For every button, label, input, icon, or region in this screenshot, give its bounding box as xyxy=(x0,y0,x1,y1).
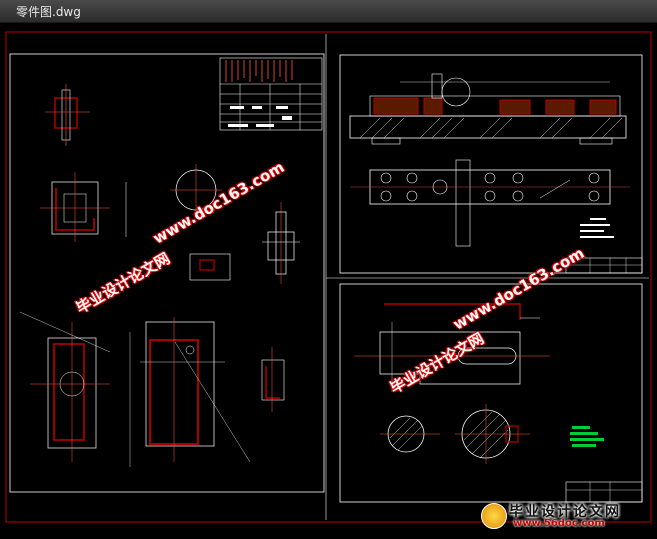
part-view-clamp xyxy=(262,347,284,412)
section-views xyxy=(380,404,530,464)
window-title: 零件图.dwg xyxy=(16,3,81,20)
part-view-small xyxy=(45,84,90,146)
window-titlebar: 零件图.dwg xyxy=(0,0,657,23)
part-view-box xyxy=(140,317,250,462)
title-block-bottom xyxy=(566,482,642,502)
parts-list-table xyxy=(220,58,322,130)
medal-icon xyxy=(481,503,507,529)
part-view-housing xyxy=(20,312,130,467)
assembly-section-view xyxy=(350,74,626,144)
logo-url: www.56doc.com xyxy=(513,518,605,529)
drawing-canvas[interactable]: www.doc163.com 毕业设计论文网 www.doc163.com 毕业… xyxy=(0,22,657,535)
left-sheet-border xyxy=(10,54,324,492)
site-logo: 毕业设计论文网 www.56doc.com xyxy=(473,501,649,531)
cad-drawing xyxy=(0,22,657,535)
part-view-shaft xyxy=(262,202,300,284)
plan-view-plate xyxy=(350,160,630,246)
top-right-sheet-border xyxy=(340,55,642,273)
bottom-right-sheet-border xyxy=(340,284,642,502)
green-notes xyxy=(570,426,604,447)
part-view-bracket xyxy=(40,172,126,242)
